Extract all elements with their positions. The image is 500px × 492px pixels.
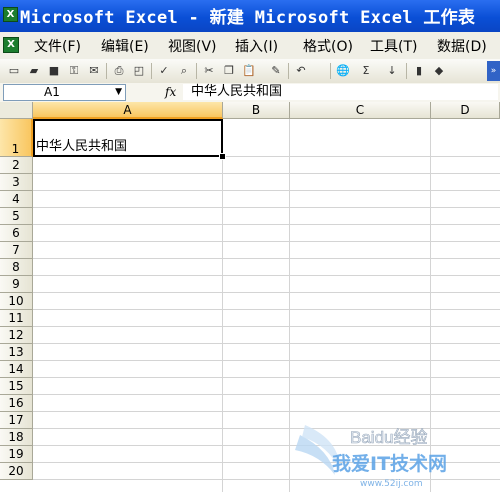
autosum-icon[interactable]: Σ bbox=[358, 63, 374, 79]
chevron-down-icon[interactable]: ▼ bbox=[115, 85, 122, 100]
gridline bbox=[0, 462, 500, 463]
menu-tools[interactable]: 工具(T) bbox=[370, 36, 417, 56]
row-header[interactable]: 17 bbox=[0, 412, 33, 429]
print-icon[interactable]: ⎙ bbox=[111, 63, 127, 79]
row-header[interactable]: 9 bbox=[0, 276, 33, 293]
gridline bbox=[0, 275, 500, 276]
gridline bbox=[289, 102, 290, 492]
menu-format[interactable]: 格式(O) bbox=[303, 36, 353, 56]
toolbar-options-icon[interactable]: » bbox=[487, 61, 500, 81]
toolbar-separator bbox=[196, 63, 197, 79]
open-folder-icon[interactable]: ▰ bbox=[26, 63, 42, 79]
gridline bbox=[0, 173, 500, 174]
copy-icon[interactable]: ❐ bbox=[221, 63, 237, 79]
cut-icon[interactable]: ✂ bbox=[201, 63, 217, 79]
document-control-icon[interactable]: X bbox=[3, 37, 19, 53]
toolbar-separator bbox=[330, 63, 331, 79]
menu-edit[interactable]: 编辑(E) bbox=[101, 36, 149, 56]
hyperlink-icon[interactable]: 🌐 bbox=[335, 63, 351, 79]
row-header[interactable]: 14 bbox=[0, 361, 33, 378]
gridline bbox=[0, 190, 500, 191]
column-header-c[interactable]: C bbox=[290, 102, 431, 119]
formula-input[interactable]: 中华人民共和国 bbox=[183, 84, 498, 100]
gridline bbox=[0, 258, 500, 259]
gridline bbox=[0, 343, 500, 344]
column-header-a[interactable]: A bbox=[33, 102, 223, 119]
window-title: Microsoft Excel - 新建 Microsoft Excel 工作表 bbox=[20, 8, 476, 28]
row-header[interactable]: 5 bbox=[0, 208, 33, 225]
gridline bbox=[222, 102, 223, 492]
row-header[interactable]: 1 bbox=[0, 119, 33, 157]
menu-insert[interactable]: 插入(I) bbox=[235, 36, 278, 56]
row-header[interactable]: 15 bbox=[0, 378, 33, 395]
toolbar-separator bbox=[151, 63, 152, 79]
save-icon[interactable]: ■ bbox=[46, 63, 62, 79]
print-preview-icon[interactable]: ◰ bbox=[131, 63, 147, 79]
row-header[interactable]: 18 bbox=[0, 429, 33, 446]
row-header[interactable]: 7 bbox=[0, 242, 33, 259]
gridline bbox=[0, 326, 500, 327]
row-header[interactable]: 6 bbox=[0, 225, 33, 242]
row-header[interactable]: 4 bbox=[0, 191, 33, 208]
excel-app-icon[interactable]: X bbox=[3, 7, 18, 22]
toolbar-separator bbox=[406, 63, 407, 79]
gridline bbox=[0, 241, 500, 242]
insert-function-icon[interactable]: fx bbox=[165, 84, 176, 100]
drawing-icon[interactable]: ◆ bbox=[431, 63, 447, 79]
row-header[interactable]: 16 bbox=[0, 395, 33, 412]
name-box[interactable]: A1 ▼ bbox=[3, 84, 126, 101]
chart-wizard-icon[interactable]: ▮ bbox=[411, 63, 427, 79]
column-header-b[interactable]: B bbox=[223, 102, 290, 119]
paste-icon[interactable]: 📋 bbox=[241, 63, 257, 79]
select-all-corner[interactable] bbox=[0, 102, 33, 119]
row-header[interactable]: 11 bbox=[0, 310, 33, 327]
gridline bbox=[0, 292, 500, 293]
format-painter-icon[interactable]: ✎ bbox=[268, 63, 284, 79]
worksheet-grid[interactable]: A B C D 1 2 3 4 5 6 7 8 9 10 11 12 13 14… bbox=[0, 102, 500, 492]
row-header[interactable]: 8 bbox=[0, 259, 33, 276]
active-cell-a1[interactable]: 中华人民共和国 bbox=[33, 119, 223, 157]
toolbar-separator bbox=[106, 63, 107, 79]
gridline bbox=[0, 445, 500, 446]
permission-icon[interactable]: ⚿ bbox=[66, 63, 82, 79]
row-header[interactable]: 2 bbox=[0, 157, 33, 174]
gridline bbox=[0, 411, 500, 412]
row-header[interactable]: 12 bbox=[0, 327, 33, 344]
sort-ascending-icon[interactable]: ↓ bbox=[384, 63, 400, 79]
menu-bar: X 文件(F) 编辑(E) 视图(V) 插入(I) 格式(O) 工具(T) 数据… bbox=[0, 32, 500, 60]
row-header[interactable]: 20 bbox=[0, 463, 33, 480]
undo-icon[interactable]: ↶ bbox=[293, 63, 309, 79]
menu-data[interactable]: 数据(D) bbox=[437, 36, 487, 56]
gridline bbox=[0, 309, 500, 310]
email-icon[interactable]: ✉ bbox=[86, 63, 102, 79]
column-header-d[interactable]: D bbox=[431, 102, 500, 119]
gridline bbox=[0, 394, 500, 395]
gridline bbox=[0, 377, 500, 378]
title-bar[interactable]: X Microsoft Excel - 新建 Microsoft Excel 工… bbox=[0, 0, 500, 32]
row-header[interactable]: 3 bbox=[0, 174, 33, 191]
research-icon[interactable]: ⌕ bbox=[176, 63, 192, 79]
cell-a1-value: 中华人民共和国 bbox=[36, 139, 128, 154]
gridline bbox=[0, 479, 500, 480]
name-box-value: A1 bbox=[44, 85, 60, 99]
menu-file[interactable]: 文件(F) bbox=[34, 36, 81, 56]
new-document-icon[interactable]: ▭ bbox=[6, 63, 22, 79]
formula-value: 中华人民共和国 bbox=[191, 84, 283, 99]
gridline bbox=[0, 360, 500, 361]
row-header[interactable]: 13 bbox=[0, 344, 33, 361]
standard-toolbar: ▭ ▰ ■ ⚿ ✉ ⎙ ◰ ✓ ⌕ ✂ ❐ 📋 ✎ ↶ 🌐 Σ ↓ ▮ ◆ » bbox=[0, 59, 500, 84]
gridline bbox=[430, 102, 431, 492]
row-header[interactable]: 19 bbox=[0, 446, 33, 463]
row-header[interactable]: 10 bbox=[0, 293, 33, 310]
toolbar-separator bbox=[288, 63, 289, 79]
menu-view[interactable]: 视图(V) bbox=[168, 36, 217, 56]
formula-bar: A1 ▼ fx 中华人民共和国 bbox=[0, 83, 500, 103]
gridline bbox=[0, 224, 500, 225]
spelling-icon[interactable]: ✓ bbox=[156, 63, 172, 79]
fill-handle[interactable] bbox=[219, 153, 226, 160]
gridline bbox=[0, 428, 500, 429]
gridline bbox=[0, 207, 500, 208]
